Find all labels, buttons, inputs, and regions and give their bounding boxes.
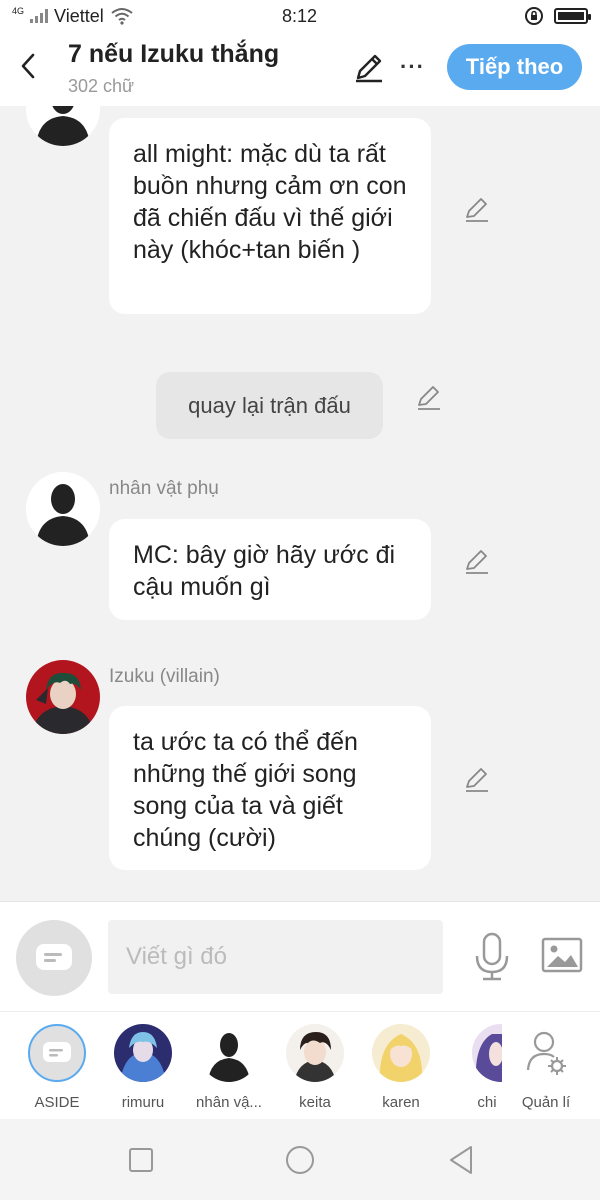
speaker-name: nhân vật phụ bbox=[109, 478, 219, 499]
message-bubble[interactable]: all might: mặc dù ta rất buồn nhưng cảm … bbox=[109, 118, 431, 314]
character-rimuru[interactable]: rimuru bbox=[101, 1024, 185, 1111]
chi-portrait-icon bbox=[472, 1024, 502, 1082]
story-title: 7 nếu Izuku thắng bbox=[68, 40, 280, 68]
back-button[interactable] bbox=[14, 48, 42, 84]
message-text: MC: bây giờ hãy ước đi cậu muốn gì bbox=[133, 541, 396, 601]
keita-portrait-icon bbox=[286, 1024, 344, 1082]
clock: 8:12 bbox=[282, 5, 318, 26]
character-label: Quản lí bbox=[521, 1094, 571, 1111]
chat-area[interactable]: all might: mặc dù ta rất buồn nhưng cảm … bbox=[0, 106, 600, 901]
character-label: ASIDE bbox=[34, 1094, 80, 1111]
npc-avatar bbox=[200, 1024, 258, 1082]
narration-text: quay lại trận đấu bbox=[188, 392, 351, 418]
message-text: all might: mặc dù ta rất buồn nhưng cảm … bbox=[133, 140, 407, 264]
carrier-name: Viettel bbox=[54, 5, 104, 26]
keita-avatar bbox=[286, 1024, 344, 1082]
pencil-icon bbox=[356, 54, 382, 83]
villain-avatar[interactable] bbox=[26, 660, 100, 734]
story-header: 7 nếu Izuku thắng 302 chữ ··· Tiếp theo bbox=[0, 32, 600, 106]
more-options-button[interactable]: ··· bbox=[400, 54, 425, 80]
character-npc[interactable]: nhân vậ... bbox=[187, 1024, 271, 1111]
edit-message-icon[interactable] bbox=[463, 766, 491, 794]
compose-bar bbox=[0, 901, 600, 1011]
edit-message-icon[interactable] bbox=[463, 548, 491, 576]
villain-portrait-icon bbox=[26, 660, 100, 734]
chi-avatar bbox=[472, 1024, 502, 1082]
message-input[interactable] bbox=[108, 920, 443, 994]
manage-characters-button[interactable]: Quản lí bbox=[504, 1024, 588, 1111]
aside-avatar bbox=[28, 1024, 86, 1082]
chat-bubble-icon bbox=[36, 944, 72, 970]
chat-bubble-icon bbox=[43, 1042, 71, 1062]
network-type: 4G bbox=[12, 5, 25, 16]
rotation-lock-icon bbox=[525, 7, 543, 25]
next-button[interactable]: Tiếp theo bbox=[447, 44, 582, 90]
wifi-icon bbox=[111, 8, 133, 25]
rimuru-avatar bbox=[114, 1024, 172, 1082]
avatar[interactable] bbox=[26, 106, 100, 146]
narration-bubble[interactable]: quay lại trận đấu bbox=[156, 372, 383, 439]
word-count: 302 chữ bbox=[68, 76, 135, 96]
rimuru-portrait-icon bbox=[114, 1024, 172, 1082]
character-label: karen bbox=[382, 1094, 420, 1111]
character-label: rimuru bbox=[121, 1094, 165, 1111]
home-icon[interactable] bbox=[283, 1143, 317, 1177]
back-nav-icon[interactable] bbox=[444, 1143, 478, 1177]
karen-avatar bbox=[372, 1024, 430, 1082]
signal-icon bbox=[30, 9, 49, 23]
character-keita[interactable]: keita bbox=[273, 1024, 357, 1111]
aside-toggle-button[interactable] bbox=[16, 920, 92, 996]
status-right bbox=[524, 6, 591, 26]
voice-button[interactable] bbox=[472, 932, 512, 982]
image-button[interactable] bbox=[540, 936, 584, 976]
edit-message-icon[interactable] bbox=[415, 384, 443, 412]
character-label: keita bbox=[299, 1094, 331, 1111]
character-karen[interactable]: karen bbox=[359, 1024, 443, 1111]
silhouette-avatar-icon bbox=[26, 472, 100, 546]
edit-title-button[interactable] bbox=[352, 50, 386, 84]
image-icon bbox=[541, 937, 583, 973]
message-bubble[interactable]: MC: bây giờ hãy ước đi cậu muốn gì bbox=[109, 519, 431, 620]
karen-portrait-icon bbox=[372, 1024, 430, 1082]
system-nav-bar bbox=[0, 1119, 600, 1200]
edit-message-icon[interactable] bbox=[463, 196, 491, 224]
message-bubble[interactable]: ta ước ta có thể đến những thế giới song… bbox=[109, 706, 431, 870]
recent-apps-icon[interactable] bbox=[124, 1143, 158, 1177]
character-aside[interactable]: ASIDE bbox=[15, 1024, 99, 1111]
avatar[interactable] bbox=[26, 472, 100, 546]
status-bar: 4G Viettel 8:12 bbox=[0, 0, 600, 32]
microphone-icon bbox=[475, 932, 509, 981]
character-strip[interactable]: ASIDE rimuru nhân vậ... keita karen chi bbox=[0, 1011, 600, 1119]
battery-icon bbox=[554, 8, 591, 24]
message-text: ta ước ta có thể đến những thế giới song… bbox=[133, 728, 358, 852]
status-left: 4G Viettel bbox=[12, 6, 134, 27]
chevron-left-icon bbox=[21, 53, 35, 79]
speaker-name: Izuku (villain) bbox=[109, 666, 220, 687]
silhouette-avatar-icon bbox=[200, 1024, 258, 1082]
character-label: nhân vậ... bbox=[196, 1094, 262, 1111]
character-label: chi bbox=[477, 1094, 497, 1111]
silhouette-avatar-icon bbox=[26, 106, 100, 146]
manage-icon-wrap bbox=[517, 1024, 575, 1082]
user-settings-icon bbox=[526, 1031, 566, 1075]
